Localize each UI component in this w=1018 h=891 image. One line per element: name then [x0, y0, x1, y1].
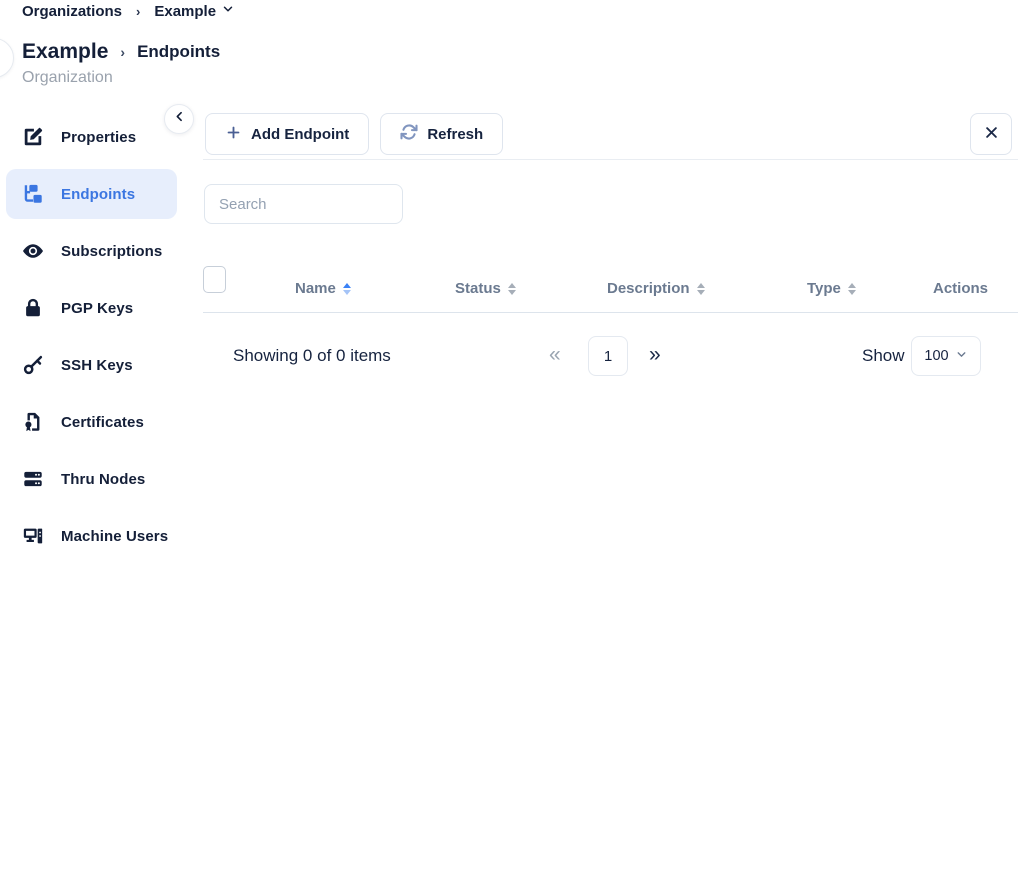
table-header-divider [203, 312, 1018, 313]
endpoints-panel: Add Endpoint Refresh Name [203, 113, 1018, 376]
sort-icon [343, 283, 351, 295]
sort-icon [848, 283, 856, 295]
sidebar-item-thru-nodes[interactable]: Thru Nodes [6, 454, 177, 504]
breadcrumb-separator: › [136, 4, 140, 19]
column-header-status[interactable]: Status [455, 266, 516, 312]
pagination-bar: Showing 0 of 0 items « 1 » Show 100 [203, 336, 1018, 376]
plus-icon [225, 124, 242, 145]
sidebar-item-machine-users[interactable]: Machine Users [6, 511, 177, 561]
column-header-actions: Actions [933, 266, 988, 312]
sidebar-item-label: Endpoints [61, 186, 135, 203]
breadcrumb-organizations-link[interactable]: Organizations [22, 3, 122, 20]
refresh-icon [400, 123, 418, 145]
column-label: Description [607, 266, 690, 312]
close-icon [984, 125, 999, 144]
add-endpoint-button[interactable]: Add Endpoint [205, 113, 369, 155]
page-title-section: Endpoints [137, 42, 220, 62]
sidebar-item-subscriptions[interactable]: Subscriptions [6, 226, 177, 276]
column-label: Name [295, 266, 336, 312]
sidebar-item-label: Properties [61, 129, 136, 146]
server-icon [22, 468, 44, 490]
previous-page-button[interactable]: « [549, 336, 561, 374]
key-icon [22, 354, 44, 376]
column-header-name[interactable]: Name [295, 266, 351, 312]
column-header-description[interactable]: Description [607, 266, 705, 312]
lock-icon [22, 297, 44, 319]
sidebar-item-pgp-keys[interactable]: PGP Keys [6, 283, 177, 333]
page-size-select[interactable]: 100 [911, 336, 981, 376]
page: Organizations › Example Example › Endpoi… [0, 0, 1018, 891]
sort-icon [697, 283, 705, 295]
certificate-icon [22, 411, 44, 433]
sidebar-item-ssh-keys[interactable]: SSH Keys [6, 340, 177, 390]
edge-collapse-circle[interactable] [0, 38, 14, 78]
table-header-row: Name Status Description Type Actions [203, 266, 1018, 312]
page-number-button[interactable]: 1 [588, 336, 628, 376]
sidebar: Properties Endpoints Subscriptions PGP K… [6, 112, 177, 561]
page-header: Example › Endpoints Organization [22, 40, 220, 87]
toolbar-divider [203, 159, 1018, 160]
items-summary: Showing 0 of 0 items [233, 336, 391, 376]
edit-icon [22, 126, 44, 148]
show-label: Show [862, 336, 905, 376]
sidebar-item-properties[interactable]: Properties [6, 112, 177, 162]
sitemap-icon [22, 183, 44, 205]
chevron-left-icon [173, 110, 186, 128]
refresh-button[interactable]: Refresh [380, 113, 503, 155]
page-size-value: 100 [924, 348, 948, 364]
sidebar-item-endpoints[interactable]: Endpoints [6, 169, 177, 219]
sidebar-collapse-button[interactable] [164, 104, 194, 134]
sidebar-item-label: PGP Keys [61, 300, 133, 317]
search-input[interactable] [204, 184, 403, 224]
page-title-separator: › [120, 44, 125, 60]
sort-icon [508, 283, 516, 295]
sidebar-item-label: Subscriptions [61, 243, 162, 260]
breadcrumb: Organizations › Example [22, 2, 235, 20]
next-page-button[interactable]: » [649, 336, 661, 374]
page-title-org: Example [22, 40, 108, 64]
page-subtitle: Organization [22, 69, 220, 87]
sidebar-item-certificates[interactable]: Certificates [6, 397, 177, 447]
eye-icon [22, 240, 44, 262]
sidebar-item-label: Thru Nodes [61, 471, 145, 488]
sidebar-item-label: SSH Keys [61, 357, 133, 374]
breadcrumb-example-dropdown[interactable]: Example [154, 2, 235, 20]
sidebar-item-label: Machine Users [61, 528, 168, 545]
column-label: Actions [933, 266, 988, 312]
close-panel-button[interactable] [970, 113, 1012, 155]
column-header-type[interactable]: Type [807, 266, 856, 312]
chevron-down-icon [221, 2, 235, 20]
column-label: Type [807, 266, 841, 312]
chevron-down-icon [955, 348, 968, 365]
sidebar-item-label: Certificates [61, 414, 144, 431]
refresh-label: Refresh [427, 126, 483, 143]
select-all-checkbox[interactable] [203, 266, 226, 293]
column-label: Status [455, 266, 501, 312]
machine-users-icon [22, 525, 44, 547]
breadcrumb-example-label: Example [154, 3, 216, 20]
add-endpoint-label: Add Endpoint [251, 126, 349, 143]
toolbar: Add Endpoint Refresh [203, 113, 1018, 155]
